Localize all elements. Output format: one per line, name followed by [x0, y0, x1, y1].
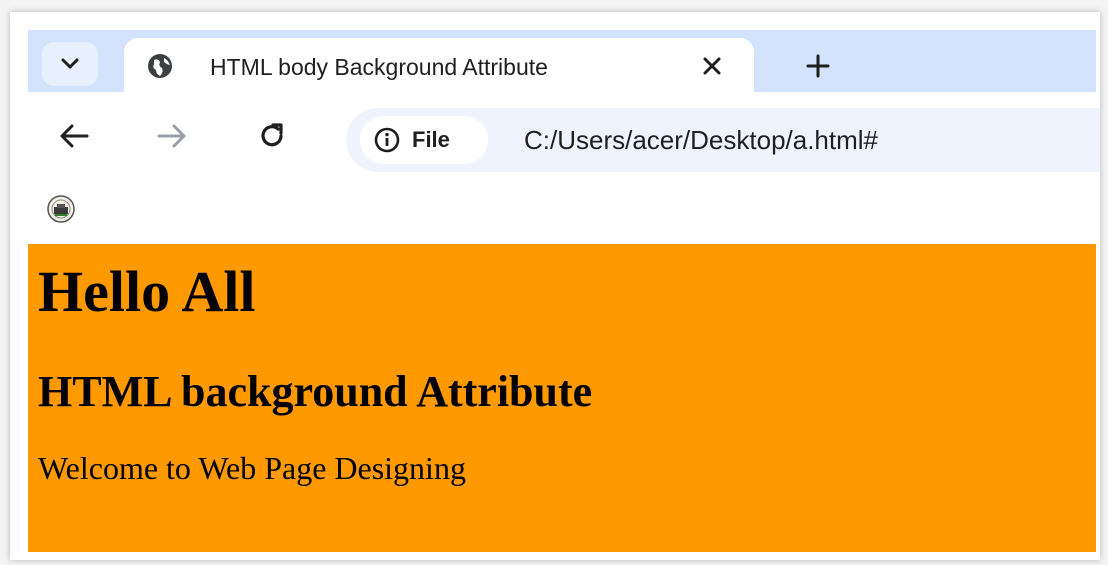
close-icon	[703, 57, 721, 75]
page-paragraph: Welcome to Web Page Designing	[38, 450, 466, 486]
plus-icon	[806, 54, 830, 78]
browser-window: HTML body Background Attribute File C:/U…	[10, 12, 1100, 560]
info-icon	[374, 127, 400, 153]
reload-icon	[261, 123, 283, 147]
tab-search-button[interactable]	[42, 42, 98, 86]
toolbar: File C:/Users/acer/Desktop/a.html#	[28, 92, 1100, 176]
arrow-right-icon	[157, 124, 186, 148]
tab-title: HTML body Background Attribute	[210, 54, 548, 80]
back-button[interactable]	[54, 116, 94, 156]
address-bar[interactable]: File C:/Users/acer/Desktop/a.html#	[346, 108, 1100, 172]
site-info-chip[interactable]: File	[360, 116, 488, 164]
screenshot-frame: HTML body Background Attribute File C:/U…	[0, 0, 1108, 565]
new-tab-button[interactable]	[798, 46, 838, 86]
url-text[interactable]: C:/Users/acer/Desktop/a.html#	[524, 125, 878, 156]
site-chip-label: File	[412, 127, 450, 152]
tab-close-button[interactable]	[694, 48, 730, 84]
bookmarks-bar	[28, 176, 1096, 244]
page-heading-2: HTML background Attribute	[38, 367, 593, 416]
arrow-left-icon	[60, 124, 89, 148]
forward-button[interactable]	[152, 116, 192, 156]
tab-strip: HTML body Background Attribute	[28, 30, 1096, 100]
reload-button[interactable]	[252, 116, 292, 156]
page-heading-1: Hello All	[38, 259, 256, 324]
globe-icon	[148, 54, 172, 78]
chevron-down-icon	[61, 58, 79, 69]
page-content: Hello All HTML background Attribute Welc…	[28, 244, 1096, 552]
emblem-icon[interactable]	[46, 194, 76, 224]
tab-active[interactable]: HTML body Background Attribute	[124, 38, 754, 100]
